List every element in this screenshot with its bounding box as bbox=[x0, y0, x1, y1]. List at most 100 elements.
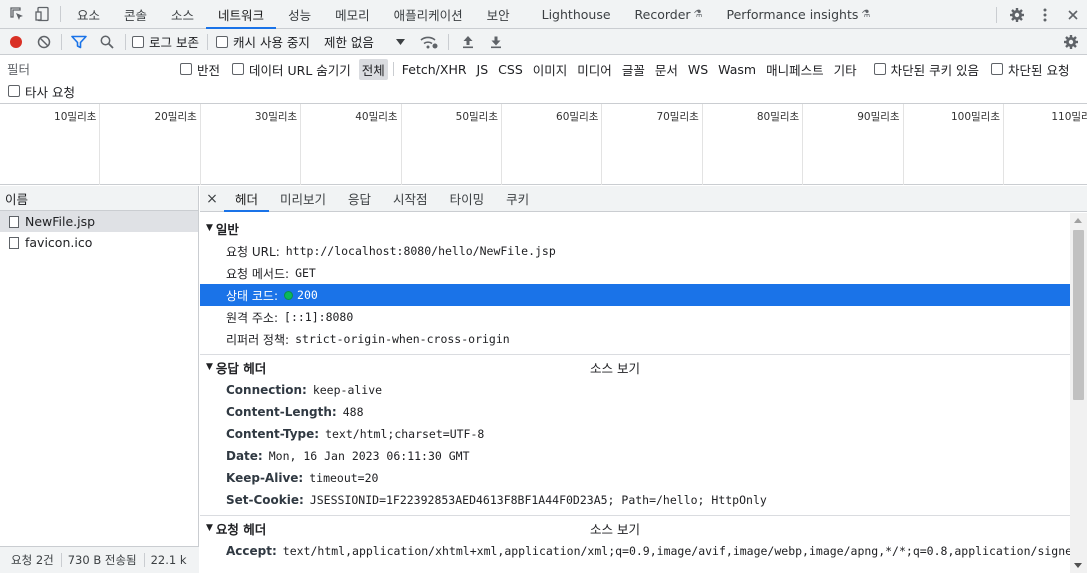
export-icon[interactable] bbox=[482, 29, 510, 55]
tab-8[interactable]: Lighthouse bbox=[530, 0, 623, 28]
header-row[interactable]: 상태 코드: 200 bbox=[200, 284, 1070, 306]
third-party-checkbox[interactable]: 타사 요청 bbox=[8, 82, 75, 101]
network-conditions-icon[interactable] bbox=[415, 29, 443, 55]
scroll-down-icon[interactable] bbox=[1074, 563, 1082, 568]
vertical-scrollbar[interactable] bbox=[1070, 213, 1087, 573]
request-name: favicon.ico bbox=[25, 235, 93, 250]
type-filter-9[interactable]: Wasm bbox=[715, 61, 759, 78]
header-row[interactable]: 원격 주소: [::1]:8080 bbox=[200, 306, 1070, 328]
checkbox-box[interactable] bbox=[873, 63, 886, 75]
blocked-requests-checkbox[interactable]: 차단된 요청 bbox=[991, 60, 1070, 79]
checkbox-box[interactable] bbox=[132, 35, 144, 48]
type-filter-6[interactable]: 글꼴 bbox=[619, 59, 648, 80]
type-filter-11[interactable]: 기타 bbox=[831, 59, 860, 80]
request-name: NewFile.jsp bbox=[25, 214, 96, 229]
close-icon[interactable]: × bbox=[200, 186, 224, 211]
header-row[interactable]: Keep-Alive: timeout=20 bbox=[200, 467, 1070, 489]
type-filter-4[interactable]: 이미지 bbox=[530, 59, 571, 80]
detail-tab-2[interactable]: 응답 bbox=[337, 186, 382, 211]
checkbox-box[interactable] bbox=[180, 63, 192, 75]
type-filter-7[interactable]: 문서 bbox=[652, 59, 681, 80]
tab-2[interactable]: 소스 bbox=[159, 0, 206, 28]
timeline-overview[interactable]: 10밀리초 20밀리초 30밀리초 40밀리초 50밀리초 60밀리초 70밀리초 80밀리초… bbox=[0, 104, 1087, 185]
detail-tab-5[interactable]: 쿠키 bbox=[495, 186, 540, 211]
header-row[interactable]: 리퍼러 정책: strict-origin-when-cross-origin bbox=[200, 328, 1070, 350]
header-row[interactable]: Set-Cookie: JSESSIONID=1F22392853AED4613F… bbox=[200, 489, 1070, 511]
type-filter-2[interactable]: JS bbox=[474, 61, 492, 78]
header-key: Accept: bbox=[226, 544, 277, 558]
tab-6[interactable]: 애플리케이션 bbox=[382, 0, 475, 28]
filter-icon[interactable] bbox=[65, 29, 93, 55]
header-row[interactable]: Connection: keep-alive bbox=[200, 379, 1070, 401]
kebab-menu-icon[interactable] bbox=[1031, 8, 1059, 22]
record-icon[interactable] bbox=[2, 29, 30, 55]
type-filter-10[interactable]: 매니페스트 bbox=[763, 59, 827, 80]
inspect-icon[interactable] bbox=[4, 0, 30, 28]
header-row[interactable]: 요청 URL: http://localhost:8080/hello/NewFi… bbox=[200, 240, 1070, 262]
detail-tab-3[interactable]: 시작점 bbox=[382, 186, 439, 211]
detail-tab-1[interactable]: 미리보기 bbox=[269, 186, 337, 211]
type-filter-5[interactable]: 미디어 bbox=[574, 59, 615, 80]
hide-data-urls-checkbox[interactable]: 데이터 URL 숨기기 bbox=[232, 60, 351, 79]
type-filter-1[interactable]: Fetch/XHR bbox=[399, 61, 470, 78]
header-row[interactable]: Accept: text/html,application/xhtml+xml,a… bbox=[200, 540, 1070, 562]
search-icon[interactable] bbox=[93, 29, 121, 55]
throttle-select[interactable]: 제한 없음 bbox=[324, 32, 405, 51]
tabbar-divider bbox=[60, 6, 61, 22]
timeline-tick-label: 110밀리초 bbox=[1051, 111, 1087, 123]
detail-tab-0[interactable]: 헤더 bbox=[224, 186, 270, 212]
checkbox-box[interactable] bbox=[8, 85, 20, 97]
request-headers-section: ▼ 요청 헤더 소스 보기 Accept: text/html,applicati… bbox=[200, 516, 1070, 566]
preserve-log-checkbox[interactable]: 로그 보존 bbox=[132, 32, 199, 51]
name-column-header[interactable]: 이름 bbox=[0, 186, 198, 211]
close-icon[interactable] bbox=[1059, 9, 1087, 21]
request-row[interactable]: NewFile.jsp bbox=[0, 211, 198, 232]
header-row[interactable]: Date: Mon, 16 Jan 2023 06:11:30 GMT bbox=[200, 445, 1070, 467]
tab-4[interactable]: 성능 bbox=[276, 0, 323, 28]
filter-input[interactable] bbox=[4, 59, 167, 79]
throttle-label: 제한 없음 bbox=[323, 35, 374, 50]
response-headers-header[interactable]: ▼ 응답 헤더 소스 보기 bbox=[200, 355, 1070, 379]
timeline-tick-label: 50밀리초 bbox=[455, 111, 498, 123]
general-section-header[interactable]: ▼ 일반 bbox=[200, 216, 1070, 240]
tab-9[interactable]: Recorder ⚗ bbox=[623, 0, 715, 28]
blocked-cookies-checkbox[interactable]: 차단된 쿠키 있음 bbox=[873, 60, 979, 79]
tab-1[interactable]: 콘솔 bbox=[112, 0, 159, 28]
request-headers-header[interactable]: ▼ 요청 헤더 소스 보기 bbox=[200, 516, 1070, 540]
header-value: text/html,application/xhtml+xml,applicat… bbox=[282, 544, 1070, 558]
gear-icon[interactable] bbox=[1003, 7, 1031, 23]
header-row[interactable]: Content-Length: 488 bbox=[200, 401, 1070, 423]
invert-checkbox[interactable]: 반전 bbox=[180, 60, 220, 79]
header-row[interactable]: 요청 메서드: GET bbox=[200, 262, 1070, 284]
flask-icon: ⚗ bbox=[861, 8, 871, 20]
view-source-link[interactable]: 소스 보기 bbox=[590, 358, 640, 377]
tab-10[interactable]: Performance insights ⚗ bbox=[715, 0, 883, 28]
type-filter-8[interactable]: WS bbox=[685, 61, 711, 78]
device-toolbar-icon[interactable] bbox=[30, 0, 56, 28]
detail-tab-4[interactable]: 타이밍 bbox=[439, 186, 496, 211]
network-status-bar: 요청 2건 730 B 전송됨 22.1 k bbox=[0, 546, 199, 573]
checkbox-box[interactable] bbox=[215, 35, 228, 48]
header-value: http://localhost:8080/hello/NewFile.jsp bbox=[285, 244, 556, 258]
timeline-tick: 60밀리초 bbox=[502, 104, 603, 185]
tab-0[interactable]: 요소 bbox=[65, 0, 112, 28]
checkbox-box[interactable] bbox=[232, 63, 245, 75]
scroll-up-icon[interactable] bbox=[1074, 218, 1082, 223]
tab-7[interactable]: 보안 bbox=[475, 0, 522, 28]
checkbox-box[interactable] bbox=[991, 63, 1004, 75]
tab-5[interactable]: 메모리 bbox=[323, 0, 382, 28]
clear-icon[interactable] bbox=[30, 29, 58, 55]
type-filter-3[interactable]: CSS bbox=[495, 61, 526, 78]
tab-3[interactable]: 네트워크 bbox=[206, 0, 277, 29]
disable-cache-checkbox[interactable]: 캐시 사용 중지 bbox=[215, 32, 310, 51]
type-filter-0[interactable]: 전체 bbox=[358, 58, 388, 80]
headers-view: ▼ 일반 요청 URL: http://localhost:8080/hello/… bbox=[200, 213, 1070, 573]
import-icon[interactable] bbox=[454, 29, 482, 55]
request-row[interactable]: favicon.ico bbox=[0, 232, 198, 253]
network-settings-icon[interactable] bbox=[1057, 29, 1085, 55]
header-row[interactable]: Content-Type: text/html;charset=UTF-8 bbox=[200, 423, 1070, 445]
view-source-link[interactable]: 소스 보기 bbox=[590, 519, 640, 538]
transferred-size: 730 B 전송됨 bbox=[67, 553, 137, 567]
resource-type-filters: 전체 Fetch/XHR JS CSS 이미지 미디어 글꼴 문서 WS Wasm 매니페스트 기타 bbox=[358, 58, 860, 80]
scrollbar-thumb[interactable] bbox=[1073, 230, 1084, 400]
